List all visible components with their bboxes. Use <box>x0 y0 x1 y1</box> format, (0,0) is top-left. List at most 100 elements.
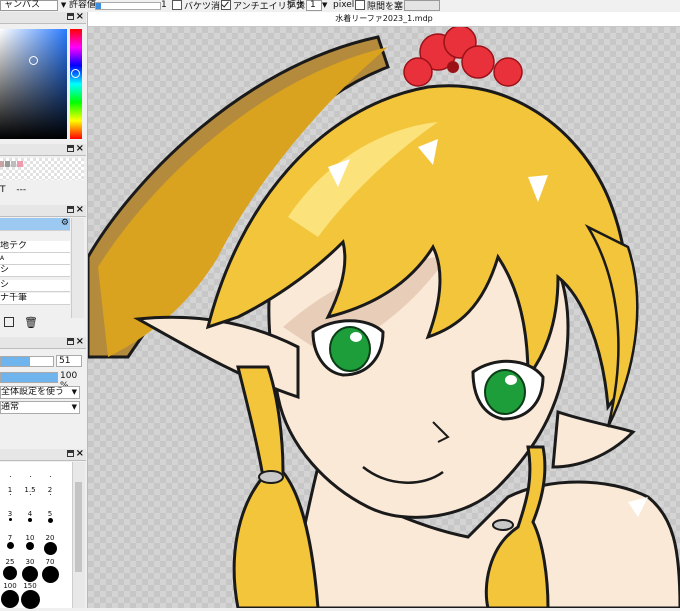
brush-size-item[interactable]: 150 <box>20 582 40 609</box>
pin-icon[interactable] <box>67 145 74 152</box>
pin-icon[interactable] <box>67 13 74 20</box>
hair-tie <box>258 470 284 484</box>
brush-size-label: 1 <box>7 486 13 494</box>
layer-item-selected[interactable]: ⚙ <box>0 218 70 231</box>
color-square[interactable] <box>0 29 67 139</box>
drawing-canvas[interactable] <box>86 25 680 610</box>
brush-dot <box>9 494 11 495</box>
expand-select[interactable]: 1 ▼ <box>306 0 327 11</box>
checkbox-icon <box>355 0 365 10</box>
size-slider[interactable] <box>0 356 54 367</box>
layer-item-label: ナ千筆 <box>0 293 28 303</box>
tolerance-value: 1 <box>161 0 167 10</box>
brush-size-item[interactable]: 1 <box>3 486 17 495</box>
pin-icon[interactable] <box>67 338 74 345</box>
brush-size-label: 1.5 <box>24 486 36 494</box>
checkbox-checked-icon <box>221 0 231 10</box>
brush-size-label: 5 <box>47 510 53 518</box>
brush-size-label: 20 <box>45 534 55 542</box>
gear-icon[interactable]: ⚙ <box>61 218 69 229</box>
brush-dot <box>20 590 40 609</box>
blend-select-value: 通常 <box>1 402 20 412</box>
layer-item-label: シ <box>0 280 10 290</box>
document-tab[interactable]: 水着リーファ2023_1.mdp <box>88 12 680 27</box>
mode-select[interactable]: 全体設定を使う ▼ <box>0 386 80 399</box>
brush-dot <box>41 566 59 583</box>
blend-select[interactable]: 通常 ▼ <box>0 401 80 414</box>
artwork <box>86 25 680 610</box>
layer-item[interactable]: ナ千筆 <box>0 293 70 305</box>
checkbox-icon <box>172 0 182 10</box>
close-icon[interactable]: × <box>76 204 84 215</box>
brush-dot <box>29 494 31 495</box>
brush-size-item[interactable]: 70 <box>41 558 59 583</box>
tolerance-label: 許容値 <box>69 0 97 10</box>
brush-size-item[interactable]: 7 <box>3 534 17 549</box>
close-icon[interactable]: × <box>76 11 84 22</box>
chevron-down-icon: ▼ <box>71 388 77 396</box>
scrollbar-thumb[interactable] <box>75 482 82 572</box>
tolerance-slider-fill <box>96 3 101 9</box>
brush-size-label: 30 <box>25 558 35 566</box>
brush-size-item[interactable] <box>43 476 57 477</box>
brush-size-item[interactable]: 1.5 <box>23 486 37 495</box>
brush-size-item[interactable]: 10 <box>23 534 37 550</box>
chevron-down-icon: ▼ <box>71 403 77 411</box>
layer-item[interactable]: シ <box>0 280 70 292</box>
brush-dot <box>1 590 19 608</box>
right-eye-shine <box>505 375 517 385</box>
duplicate-layer-icon[interactable] <box>4 317 14 327</box>
brush-size-grid: 1 1.5 2 3 4 5 7 10 20 25 30 70 100 150 <box>0 462 72 609</box>
color-value-row: T --- <box>0 184 84 196</box>
pin-icon[interactable] <box>67 450 74 457</box>
layer-scrollbar[interactable] <box>71 218 84 318</box>
brush-size-item[interactable]: 20 <box>43 534 57 555</box>
tolerance-slider[interactable] <box>95 2 161 10</box>
brush-size-scrollbar[interactable] <box>72 462 85 608</box>
brush-size-item[interactable]: 5 <box>43 510 57 523</box>
close-icon[interactable]: × <box>76 448 84 459</box>
canvas-select-value: ャンバス <box>0 0 58 11</box>
color-swatch[interactable] <box>11 161 16 167</box>
color-swatch[interactable] <box>17 161 23 167</box>
color-picker-cursor[interactable] <box>29 56 38 65</box>
color-swatch[interactable] <box>5 161 10 167</box>
brush-dot <box>6 542 14 549</box>
brush-size-item[interactable]: 30 <box>22 558 38 582</box>
brush-size-item[interactable]: 2 <box>43 486 57 495</box>
layer-item[interactable]: A <box>0 253 70 265</box>
close-icon[interactable]: × <box>76 143 84 154</box>
canvas-select[interactable]: ャンバス ▼ <box>0 0 66 11</box>
brush-size-item[interactable] <box>23 476 37 477</box>
pin-icon[interactable] <box>67 206 74 213</box>
brush-dot <box>28 518 32 522</box>
brush-dot <box>49 476 51 477</box>
brush-size-item[interactable] <box>3 476 17 477</box>
brush-size-item[interactable]: 4 <box>23 510 37 522</box>
document-title: 水着リーファ2023_1.mdp <box>335 14 433 23</box>
opacity-slider[interactable] <box>0 372 58 383</box>
brush-size-item[interactable]: 25 <box>3 558 17 580</box>
layer-item[interactable]: シ <box>0 265 70 277</box>
brush-size-label: 70 <box>45 558 55 566</box>
hue-slider[interactable] <box>70 29 82 139</box>
layer-panel-header: × <box>0 204 86 217</box>
color-swatch[interactable] <box>0 161 4 167</box>
layer-item[interactable]: 地テク <box>0 241 70 253</box>
left-panel: × × T --- × ⚙ 地テク A シ シ ナ千筆 🗑 × 51 100 全… <box>0 11 88 609</box>
close-gap-select[interactable] <box>404 0 440 11</box>
layer-item-label: シ <box>0 265 10 275</box>
expand-select-value: 1 <box>306 0 322 11</box>
color-history-swatches[interactable] <box>0 158 84 180</box>
brush-size-label: 150 <box>23 582 37 590</box>
close-icon[interactable]: × <box>76 336 84 347</box>
close-gap-select-value <box>404 0 440 11</box>
opacity-slider-fill <box>1 373 57 382</box>
trash-icon[interactable]: 🗑 <box>24 316 38 329</box>
size-input[interactable]: 51 <box>56 355 82 367</box>
brush-size-item[interactable]: 100 <box>1 582 19 608</box>
brush-size-item[interactable]: 3 <box>3 510 17 521</box>
left-iris <box>329 326 371 372</box>
hue-slider-cursor[interactable] <box>71 69 80 78</box>
brush-dot <box>3 566 17 580</box>
